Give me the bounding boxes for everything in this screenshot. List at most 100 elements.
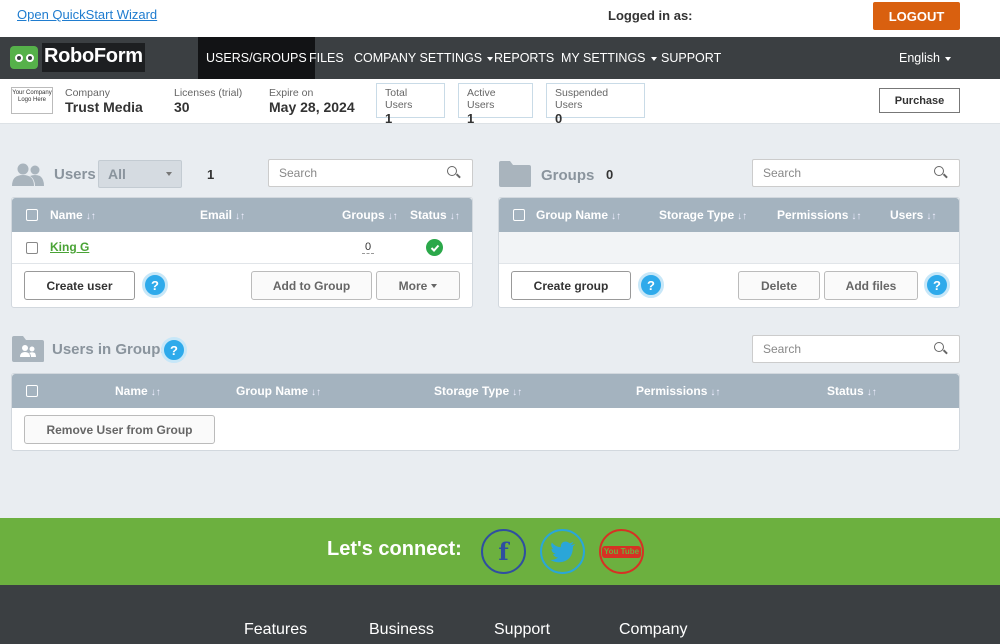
table-row[interactable]: King G 0 [12, 232, 472, 264]
groups-empty-row [499, 232, 959, 264]
main-nav: RoboForm USERS/GROUPS FILES COMPANY SETT… [0, 37, 1000, 79]
youtube-icon[interactable]: You Tube [599, 529, 644, 574]
logout-button[interactable]: LOGOUT [873, 2, 960, 30]
search-icon[interactable] [446, 165, 462, 181]
select-all-users-checkbox[interactable] [26, 209, 38, 221]
col-group-name[interactable]: Group Name ↓↑ [236, 384, 321, 398]
add-to-group-button[interactable]: Add to Group [251, 271, 372, 300]
sort-icon: ↓↑ [235, 211, 246, 222]
users-icon [12, 163, 44, 186]
groups-count: 0 [606, 167, 614, 182]
sort-icon: ↓↑ [387, 211, 398, 222]
roboform-logo-icon [10, 46, 38, 69]
nav-company-settings[interactable]: COMPANY SETTINGS [346, 37, 501, 79]
status-active-icon [426, 239, 443, 256]
total-users-label: Total Users [385, 87, 413, 111]
language-select[interactable]: English [891, 37, 959, 79]
search-icon[interactable] [933, 341, 949, 357]
footer-link-business[interactable]: Business [369, 621, 434, 639]
search-icon[interactable] [933, 165, 949, 181]
nav-my-settings[interactable]: MY SETTINGS [553, 37, 665, 79]
col-group-name[interactable]: Group Name ↓↑ [536, 208, 621, 222]
nav-support[interactable]: SUPPORT [653, 37, 729, 79]
create-group-button[interactable]: Create group [511, 271, 631, 300]
select-all-groups-checkbox[interactable] [513, 209, 525, 221]
remove-user-from-group-button[interactable]: Remove User from Group [24, 415, 215, 444]
help-icon[interactable]: ? [924, 272, 950, 298]
footer-link-features[interactable]: Features [244, 621, 307, 639]
users-search-input[interactable]: Search [268, 159, 473, 187]
company-info-bar: Your Company Logo Here Company Trust Med… [0, 79, 1000, 126]
col-storage-type[interactable]: Storage Type ↓↑ [659, 208, 747, 222]
col-status[interactable]: Status ↓↑ [410, 208, 460, 222]
active-users-label: Active Users [467, 87, 496, 111]
roboform-logo[interactable]: RoboForm [10, 42, 149, 73]
col-users[interactable]: Users ↓↑ [890, 208, 936, 222]
col-status[interactable]: Status ↓↑ [827, 384, 877, 398]
groups-search-placeholder: Search [763, 166, 802, 180]
users-filter-select[interactable]: All [98, 160, 182, 188]
help-icon[interactable]: ? [142, 272, 168, 298]
twitter-icon[interactable] [540, 529, 585, 574]
user-groups-count[interactable]: 0 [362, 241, 375, 254]
select-all-memberships-checkbox[interactable] [26, 385, 38, 397]
company-name: Trust Media [65, 99, 143, 115]
active-users-box: Active Users 1 [458, 83, 533, 126]
facebook-icon[interactable]: f [481, 529, 526, 574]
sort-icon: ↓↑ [926, 211, 937, 222]
social-connect-bar: Let's connect: f You Tube [0, 518, 1000, 585]
col-storage-type[interactable]: Storage Type ↓↑ [434, 384, 522, 398]
expire-value: May 28, 2024 [269, 99, 355, 115]
users-in-groups-search-placeholder: Search [763, 342, 802, 356]
suspended-users-box: Suspended Users 0 [546, 83, 645, 126]
sort-icon: ↓↑ [851, 211, 862, 222]
help-icon[interactable]: ? [638, 272, 664, 298]
licenses-label: Licenses (trial) [174, 87, 243, 99]
groups-search-input[interactable]: Search [752, 159, 960, 187]
suspended-users-label: Suspended Users [555, 87, 609, 111]
users-table-header: Name ↓↑ Email ↓↑ Groups ↓↑ Status ↓↑ [12, 198, 472, 232]
folder-icon [499, 161, 531, 187]
footer: Features Business Support Company [0, 585, 1000, 644]
quickstart-wizard-link[interactable]: Open QuickStart Wizard [17, 7, 157, 22]
user-name-link[interactable]: King G [50, 240, 89, 254]
total-users-value: 1 [385, 111, 393, 126]
col-permissions[interactable]: Permissions ↓↑ [636, 384, 720, 398]
col-permissions[interactable]: Permissions ↓↑ [777, 208, 861, 222]
chevron-down-icon [166, 172, 172, 176]
total-users-box: Total Users 1 [376, 83, 445, 126]
groups-title: Groups [541, 167, 595, 184]
users-title: Users [54, 166, 96, 183]
footer-link-company[interactable]: Company [619, 621, 687, 639]
create-user-button[interactable]: Create user [24, 271, 135, 300]
col-email[interactable]: Email ↓↑ [200, 208, 245, 222]
sort-icon: ↓↑ [611, 211, 622, 222]
sort-icon: ↓↑ [512, 387, 523, 398]
company-logo-placeholder: Your Company Logo Here [11, 87, 53, 114]
more-button[interactable]: More [376, 271, 460, 300]
company-label: Company [65, 87, 110, 99]
footer-link-support[interactable]: Support [494, 621, 550, 639]
help-icon[interactable]: ? [161, 337, 187, 363]
groups-table: Group Name ↓↑ Storage Type ↓↑ Permissions ↓… [498, 197, 960, 308]
nav-reports[interactable]: REPORTS [486, 37, 562, 79]
users-in-groups-title: Users in Groups [52, 341, 169, 358]
users-in-groups-search-input[interactable]: Search [752, 335, 960, 363]
sort-icon: ↓↑ [150, 387, 161, 398]
col-name[interactable]: Name ↓↑ [50, 208, 96, 222]
sort-icon: ↓↑ [710, 387, 721, 398]
add-files-button[interactable]: Add files [824, 271, 918, 300]
logo-text: RoboForm [42, 43, 145, 72]
users-in-groups-table-header: Name ↓↑ Group Name ↓↑ Storage Type ↓↑ Permi… [12, 374, 959, 408]
sort-icon: ↓↑ [737, 211, 748, 222]
nav-files[interactable]: FILES [301, 37, 352, 79]
sort-icon: ↓↑ [866, 387, 877, 398]
col-name[interactable]: Name ↓↑ [115, 384, 161, 398]
purchase-button[interactable]: Purchase [879, 88, 960, 113]
suspended-users-value: 0 [555, 111, 563, 126]
row-checkbox[interactable] [26, 242, 38, 254]
nav-users-groups[interactable]: USERS/GROUPS [198, 37, 315, 79]
col-groups[interactable]: Groups ↓↑ [342, 208, 398, 222]
delete-button[interactable]: Delete [738, 271, 820, 300]
groups-table-header: Group Name ↓↑ Storage Type ↓↑ Permissions ↓… [499, 198, 959, 232]
